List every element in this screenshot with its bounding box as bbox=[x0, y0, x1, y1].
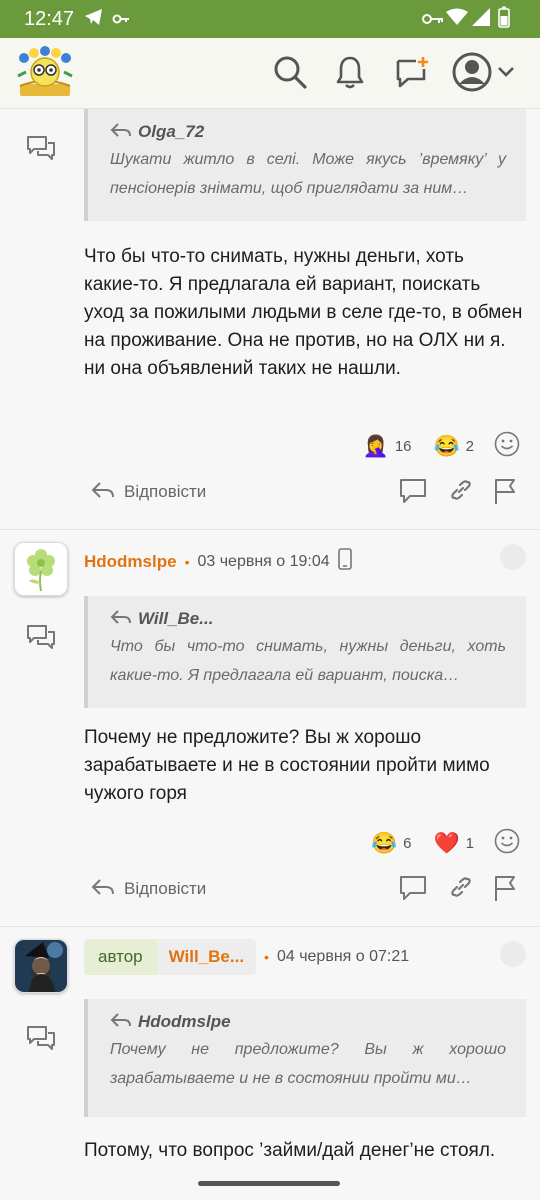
post-menu-button[interactable] bbox=[500, 544, 526, 570]
flag-icon[interactable] bbox=[492, 874, 518, 907]
chat-bubbles-icon[interactable] bbox=[26, 624, 56, 655]
site-logo[interactable] bbox=[14, 46, 76, 100]
app-header bbox=[0, 38, 540, 109]
reply-arrow-icon bbox=[90, 877, 116, 902]
comment-post: автор Will_Be... • 04 червня о 07:21 Hdo… bbox=[0, 927, 540, 1200]
reaction-laugh[interactable]: 😂 2 bbox=[434, 436, 475, 457]
bell-icon[interactable] bbox=[330, 52, 370, 92]
username-box: Will_Be... bbox=[156, 939, 257, 975]
comment-icon[interactable] bbox=[398, 477, 428, 510]
reactions-bar: 😂 6 ❤️ 1 bbox=[349, 828, 520, 859]
quote-author: Will_Be... bbox=[110, 606, 506, 632]
username[interactable]: Hdodmslpe bbox=[84, 552, 177, 572]
comments-feed: Olga_72 Шукати житло в селі. Може якусь … bbox=[0, 109, 540, 1200]
comment-text: Почему не предложите? Вы ж хорошо зараба… bbox=[84, 727, 490, 804]
author-badge: автор bbox=[84, 939, 157, 975]
search-icon[interactable] bbox=[270, 52, 310, 92]
post-actions: Відповісти bbox=[90, 872, 526, 906]
comment-text: Потому, что вопрос ’займи/дай денег’не с… bbox=[84, 1140, 496, 1161]
reply-arrow-icon bbox=[110, 122, 132, 143]
avatar[interactable] bbox=[14, 939, 68, 993]
flag-icon[interactable] bbox=[492, 477, 518, 510]
separator-dot: • bbox=[184, 553, 190, 570]
reactions-bar: 🤦‍♀️ 16 😂 2 bbox=[341, 431, 520, 462]
status-time: 12:47 bbox=[24, 8, 75, 30]
link-icon[interactable] bbox=[448, 874, 474, 905]
wifi-icon bbox=[446, 8, 468, 31]
reply-arrow-icon bbox=[110, 1012, 132, 1033]
post-date: 03 червня о 19:04 bbox=[197, 552, 330, 570]
reaction-heart[interactable]: ❤️ 1 bbox=[434, 833, 475, 854]
username[interactable]: Will_Be... bbox=[169, 947, 244, 966]
reply-button[interactable]: Відповісти bbox=[90, 475, 206, 509]
telegram-icon bbox=[84, 8, 104, 31]
chat-bubbles-icon[interactable] bbox=[26, 135, 56, 166]
link-icon[interactable] bbox=[448, 477, 474, 508]
reply-arrow-icon bbox=[90, 480, 116, 505]
gesture-home-bar[interactable] bbox=[198, 1181, 340, 1186]
vpn-key-icon bbox=[422, 10, 444, 31]
avatar[interactable] bbox=[14, 542, 68, 596]
comment-post: Hdodmslpe • 03 червня о 19:04 Will_Be...… bbox=[0, 530, 540, 926]
post-author-line: Hdodmslpe • 03 червня о 19:04 bbox=[84, 548, 352, 575]
add-reaction-icon[interactable] bbox=[494, 431, 520, 462]
account-icon[interactable] bbox=[452, 52, 492, 92]
quote-text: Что бы что-то снимать, нужны деньги, хот… bbox=[110, 638, 506, 684]
comment-post: Olga_72 Шукати житло в селі. Може якусь … bbox=[0, 109, 540, 529]
key-status-icon bbox=[112, 10, 130, 31]
quote-text: Шукати житло в селі. Може якусь ’времяку… bbox=[110, 151, 506, 197]
quote-author: Olga_72 bbox=[110, 119, 506, 145]
reaction-laugh[interactable]: 😂 6 bbox=[371, 833, 412, 854]
reply-arrow-icon bbox=[110, 609, 132, 630]
chat-bubbles-icon[interactable] bbox=[26, 1025, 56, 1056]
battery-icon bbox=[498, 6, 510, 33]
comment-text: Что бы что-то снимать, нужны деньги, хот… bbox=[84, 246, 523, 379]
reaction-facepalm[interactable]: 🤦‍♀️ 16 bbox=[363, 436, 412, 457]
mobile-device-icon bbox=[337, 548, 352, 575]
quote-text: Почему не предложите? Вы ж хорошо зараба… bbox=[110, 1041, 506, 1087]
separator-dot: • bbox=[264, 949, 269, 965]
chevron-down-icon[interactable] bbox=[494, 52, 518, 92]
quote-block[interactable]: Hdodmslpe Почему не предложите? Вы ж хор… bbox=[84, 999, 526, 1117]
quote-block[interactable]: Will_Be... Что бы что-то снимать, нужны … bbox=[84, 596, 526, 708]
reply-button[interactable]: Відповісти bbox=[90, 872, 206, 906]
signal-icon bbox=[472, 8, 490, 31]
post-actions: Відповісти bbox=[90, 475, 526, 509]
quote-block[interactable]: Olga_72 Шукати житло в селі. Може якусь … bbox=[84, 109, 526, 221]
status-bar: 12:47 bbox=[0, 0, 540, 38]
add-reaction-icon[interactable] bbox=[494, 828, 520, 859]
post-menu-button[interactable] bbox=[500, 941, 526, 967]
quote-author: Hdodmslpe bbox=[110, 1009, 506, 1035]
comment-icon[interactable] bbox=[398, 874, 428, 907]
post-author-line: автор Will_Be... • 04 червня о 07:21 bbox=[84, 939, 409, 975]
post-date: 04 червня о 07:21 bbox=[276, 948, 410, 965]
new-message-icon[interactable] bbox=[392, 52, 432, 92]
